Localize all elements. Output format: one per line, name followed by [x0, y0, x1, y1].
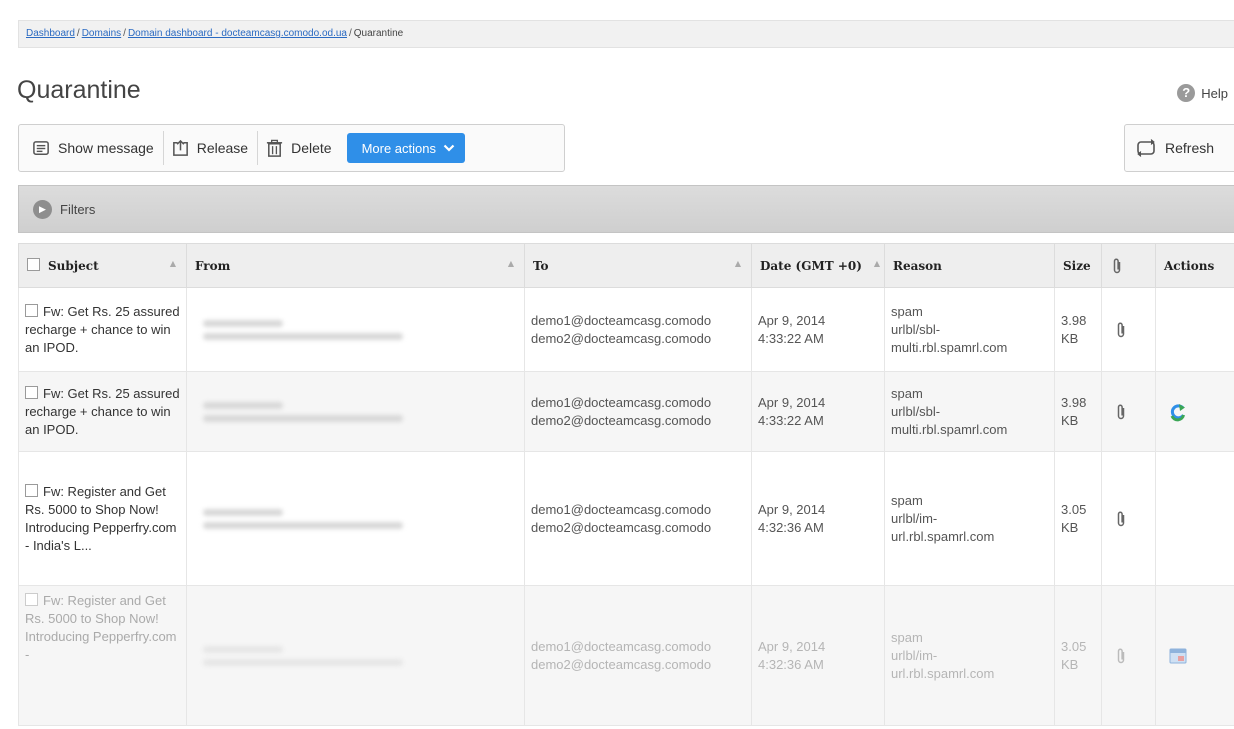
blurred-sender-email [203, 521, 403, 529]
actions-cell [1155, 287, 1234, 372]
expand-arrow-icon: ▶ [33, 199, 52, 219]
table-header-row: Subject ▲ From ▲ To ▲ Date (GMT +0) ▲ Reason… [18, 243, 1234, 288]
more-actions-dropdown[interactable]: More actions [346, 133, 465, 163]
breadcrumb-current: Quarantine [353, 28, 404, 39]
delete-button[interactable]: Delete [258, 131, 340, 165]
subject-cell[interactable]: Fw: Register and Get Rs. 5000 to Shop No… [18, 585, 187, 726]
attachment-cell [1101, 585, 1156, 726]
row-checkbox[interactable] [25, 385, 38, 399]
size-cell: 3.98 KB [1054, 371, 1102, 452]
date-cell: Apr 9, 2014 4:33:22 AM [751, 371, 885, 452]
subject-cell[interactable]: Fw: Get Rs. 25 assured recharge + chance… [18, 287, 187, 372]
blurred-sender-name [203, 319, 283, 327]
select-all-checkbox[interactable] [27, 258, 40, 271]
reason-cell: spam urlbl/im-url.rbl.spamrl.com [884, 451, 1055, 586]
attachment-cell [1101, 451, 1156, 586]
delete-label: Delete [291, 140, 332, 156]
table-row[interactable]: Fw: Get Rs. 25 assured recharge + chance… [18, 287, 1234, 372]
actions-cell [1155, 371, 1234, 452]
release-label: Release [196, 140, 249, 156]
row-checkbox[interactable] [25, 483, 38, 497]
row-checkbox[interactable] [25, 593, 38, 606]
column-header-actions: Actions [1155, 243, 1234, 288]
help-link[interactable]: ? Help [1177, 84, 1228, 102]
refresh-label: Refresh [1165, 140, 1215, 156]
column-header-reason[interactable]: Reason [884, 243, 1055, 288]
show-message-button[interactable]: Show message [25, 131, 164, 165]
size-cell: 3.98 KB [1054, 287, 1102, 372]
to-cell: demo1@docteamcasg.comodo demo2@docteamcas… [524, 371, 752, 452]
reason-cell: spam urlbl/sbl-multi.rbl.spamrl.com [884, 371, 1055, 452]
to-cell: demo1@docteamcasg.comodo demo2@docteamcas… [524, 287, 752, 372]
attachment-cell [1101, 371, 1156, 452]
reason-cell: spam urlbl/sbl-multi.rbl.spamrl.com [884, 287, 1055, 372]
show-message-label: Show message [58, 140, 154, 156]
column-header-to[interactable]: To ▲ [524, 243, 752, 288]
blurred-sender-name [203, 645, 283, 653]
breadcrumb: Dashboard / Domains / Domain dashboard - doc… [18, 20, 1234, 48]
from-cell [186, 585, 525, 726]
blurred-sender-name [203, 401, 283, 409]
help-label: Help [1201, 85, 1228, 101]
from-cell [186, 371, 525, 452]
column-header-attachment[interactable] [1101, 243, 1156, 288]
from-cell [186, 287, 525, 372]
sort-icon: ▲ [873, 258, 880, 268]
to-cell: demo1@docteamcasg.comodo demo2@docteamcas… [524, 585, 752, 726]
page-title: Quarantine [17, 76, 141, 104]
sort-icon: ▲ [507, 258, 514, 268]
show-message-icon[interactable] [1168, 646, 1188, 666]
breadcrumb-link-dashboard[interactable]: Dashboard [26, 28, 75, 39]
paperclip-icon [1117, 321, 1125, 337]
size-cell: 3.05 KB [1054, 585, 1102, 726]
date-cell: Apr 9, 2014 4:33:22 AM [751, 287, 885, 372]
blurred-sender-email [203, 414, 403, 422]
paperclip-icon [1113, 257, 1121, 273]
refresh-icon [1137, 139, 1155, 157]
column-header-date[interactable]: Date (GMT +0) ▲ [751, 243, 885, 288]
more-actions-label: More actions [361, 140, 436, 156]
from-cell [186, 451, 525, 586]
action-toolbar: Show message Release Delete More actions [18, 124, 565, 172]
column-header-size[interactable]: Size [1054, 243, 1102, 288]
chevron-down-icon [443, 144, 455, 152]
blurred-sender-name [203, 508, 283, 516]
release-arrow-icon[interactable] [1168, 402, 1188, 422]
table-row[interactable]: Fw: Register and Get Rs. 5000 to Shop No… [18, 451, 1234, 586]
breadcrumb-link-domain-dashboard[interactable]: Domain dashboard - docteamcasg.comodo.od… [128, 28, 347, 39]
sort-icon: ▲ [169, 258, 176, 268]
refresh-button[interactable]: Refresh [1124, 124, 1234, 172]
filters-toggle[interactable]: ▶ Filters [18, 185, 1234, 233]
date-cell: Apr 9, 2014 4:32:36 AM [751, 451, 885, 586]
row-checkbox[interactable] [25, 303, 38, 317]
quarantine-table: Subject ▲ From ▲ To ▲ Date (GMT +0) ▲ Reason… [18, 243, 1234, 726]
trash-icon [266, 139, 283, 157]
actions-cell [1155, 585, 1234, 726]
paperclip-icon [1117, 403, 1125, 419]
paperclip-icon [1117, 510, 1125, 526]
message-icon [33, 140, 49, 155]
filters-label: Filters [60, 201, 96, 217]
subject-cell[interactable]: Fw: Register and Get Rs. 5000 to Shop No… [18, 451, 187, 586]
breadcrumb-link-domains[interactable]: Domains [82, 28, 121, 39]
blurred-sender-email [203, 332, 403, 340]
help-icon: ? [1177, 84, 1196, 102]
sort-icon: ▲ [734, 258, 741, 268]
actions-cell [1155, 451, 1234, 586]
date-cell: Apr 9, 2014 4:32:36 AM [751, 585, 885, 726]
table-row[interactable]: Fw: Get Rs. 25 assured recharge + chance… [18, 371, 1234, 452]
reason-cell: spam urlbl/im-url.rbl.spamrl.com [884, 585, 1055, 726]
attachment-cell [1101, 287, 1156, 372]
release-button[interactable]: Release [164, 131, 259, 165]
column-header-subject[interactable]: Subject ▲ [18, 243, 187, 288]
size-cell: 3.05 KB [1054, 451, 1102, 586]
subject-cell[interactable]: Fw: Get Rs. 25 assured recharge + chance… [18, 371, 187, 452]
column-header-from[interactable]: From ▲ [186, 243, 525, 288]
table-row[interactable]: Fw: Register and Get Rs. 5000 to Shop No… [18, 585, 1234, 726]
paperclip-icon [1117, 647, 1125, 663]
to-cell: demo1@docteamcasg.comodo demo2@docteamcas… [524, 451, 752, 586]
blurred-sender-email [203, 658, 403, 666]
release-icon [172, 139, 188, 156]
